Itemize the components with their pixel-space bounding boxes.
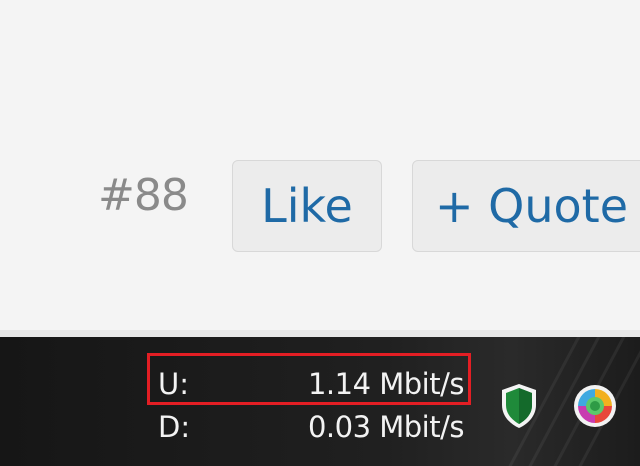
download-speed: 0.03 Mbit/s <box>307 410 465 444</box>
network-download-row[interactable]: D: 0.03 Mbit/s <box>158 407 468 447</box>
download-label: D: <box>158 410 191 444</box>
quote-button[interactable]: + Quote <box>412 160 640 252</box>
browser-icon[interactable] <box>572 383 616 433</box>
screen: #88 Like + Quote U: 1.14 Mbit/s D: 0.03 … <box>0 0 640 466</box>
forum-post-footer: #88 Like + Quote <box>0 0 640 330</box>
shield-icon[interactable] <box>497 381 541 431</box>
post-divider <box>0 330 640 337</box>
post-number[interactable]: #88 <box>98 170 189 221</box>
upload-highlight-box <box>147 353 471 405</box>
like-button[interactable]: Like <box>232 160 382 252</box>
